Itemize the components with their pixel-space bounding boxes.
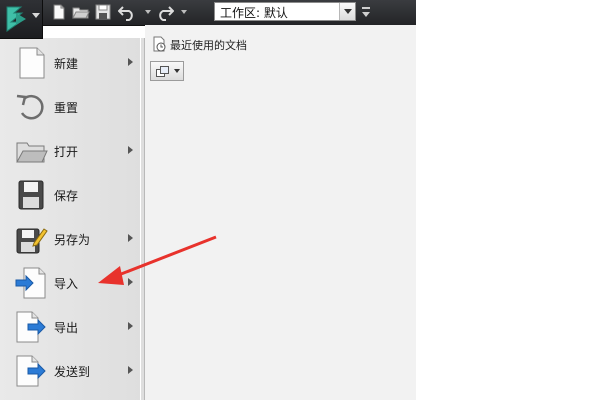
toolbar-customize-button[interactable] bbox=[360, 2, 372, 21]
application-menu-button[interactable] bbox=[0, 0, 43, 39]
new-file-icon[interactable] bbox=[50, 3, 68, 21]
submenu-arrow-icon bbox=[128, 278, 133, 286]
recent-documents-title: 最近使用的文档 bbox=[170, 39, 247, 52]
undo-icon[interactable] bbox=[118, 3, 136, 21]
desktop-background bbox=[416, 0, 600, 400]
view-options-button[interactable] bbox=[150, 61, 184, 81]
menu-item-new[interactable]: 新建 bbox=[2, 43, 140, 83]
send-to-icon bbox=[16, 355, 46, 387]
menu-item-save[interactable]: 保存 bbox=[2, 175, 140, 215]
menu-item-label: 打开 bbox=[54, 145, 79, 159]
recent-documents-icon bbox=[153, 36, 166, 52]
menu-item-label: 新建 bbox=[54, 57, 79, 71]
app-logo-icon bbox=[6, 6, 26, 32]
menu-item-import[interactable]: 导入 bbox=[2, 263, 140, 303]
menu-item-label: 发送到 bbox=[54, 365, 91, 379]
menu-item-export[interactable]: 导出 bbox=[2, 307, 140, 347]
workspace-selector[interactable]: 工作区: 默认 bbox=[214, 2, 356, 21]
workspace-dropdown-button[interactable] bbox=[339, 3, 355, 20]
submenu-arrow-icon bbox=[128, 366, 133, 374]
save-icon[interactable] bbox=[94, 3, 112, 21]
menu-item-label: 重置 bbox=[54, 101, 79, 115]
reset-icon bbox=[16, 94, 44, 120]
redo-dropdown-icon[interactable] bbox=[181, 10, 187, 14]
undo-dropdown-icon[interactable] bbox=[145, 10, 151, 14]
menu-item-label: 导出 bbox=[54, 321, 79, 335]
redo-icon[interactable] bbox=[156, 3, 174, 21]
submenu-arrow-icon bbox=[128, 146, 133, 154]
view-options-icon bbox=[156, 66, 169, 77]
submenu-arrow-icon bbox=[128, 58, 133, 66]
menu-item-label: 另存为 bbox=[54, 233, 91, 247]
menu-divider bbox=[140, 38, 141, 400]
menu-item-open[interactable]: 打开 bbox=[2, 131, 140, 171]
chevron-down-icon bbox=[174, 69, 180, 73]
workspace-label: 工作区: 默认 bbox=[220, 6, 288, 20]
recent-documents-pane bbox=[145, 25, 416, 400]
menu-item-reset[interactable]: 重置 bbox=[2, 87, 140, 127]
menu-item-send-to[interactable]: 发送到 bbox=[2, 351, 140, 391]
menu-item-label: 保存 bbox=[54, 189, 79, 203]
submenu-arrow-icon bbox=[128, 322, 133, 330]
open-folder-icon bbox=[16, 142, 48, 163]
app-menu-dropdown-icon bbox=[32, 13, 40, 18]
import-icon bbox=[15, 267, 46, 299]
menu-item-save-as[interactable]: 另存为 bbox=[2, 219, 140, 259]
new-document-icon bbox=[19, 47, 45, 79]
open-folder-icon[interactable] bbox=[72, 3, 90, 21]
save-as-icon bbox=[16, 228, 48, 254]
submenu-arrow-icon bbox=[128, 234, 133, 242]
menu-item-label: 导入 bbox=[54, 277, 79, 291]
save-icon bbox=[18, 180, 44, 210]
export-icon bbox=[16, 311, 46, 343]
quick-access-toolbar: 工作区: 默认 bbox=[0, 0, 416, 26]
